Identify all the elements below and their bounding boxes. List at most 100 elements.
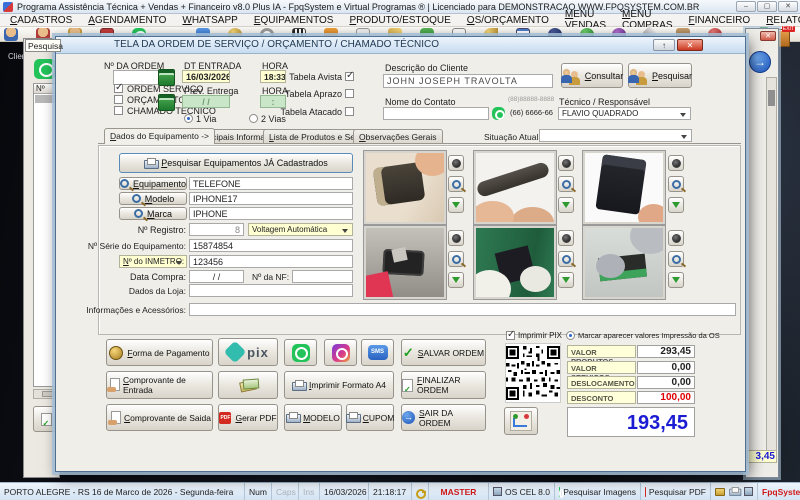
- menu-os-orcamento[interactable]: OS/ORÇAMENTO: [459, 15, 557, 26]
- menu-cadastros[interactable]: CADASTROS: [2, 15, 80, 26]
- zoom-photo-button[interactable]: [448, 176, 464, 192]
- pix-button[interactable]: pix: [218, 338, 278, 366]
- close-icon[interactable]: [760, 31, 776, 41]
- tecnico-dropdown[interactable]: FLAVIO QUADRADO: [558, 107, 691, 120]
- finalizar-ordem-button[interactable]: FINALIZAR ORDEM: [401, 371, 486, 399]
- forma-pagamento-button[interactable]: Forma de Pagamento: [106, 339, 213, 366]
- acessorios-field[interactable]: [189, 303, 736, 316]
- modelo-print-button[interactable]: MODELO: [284, 404, 342, 431]
- sms-button[interactable]: SMS: [361, 339, 394, 366]
- dt-entrada-field[interactable]: 16/03/2026: [182, 70, 230, 83]
- consultar-button[interactable]: Consultar: [561, 63, 623, 88]
- contato-field[interactable]: [383, 107, 489, 120]
- phone-field[interactable]: (66) 6666-6666: [507, 107, 553, 120]
- menu-produto-estoque[interactable]: PRODUTO/ESTOQUE: [341, 15, 458, 26]
- background-window-right[interactable]: → 3,45: [745, 28, 779, 478]
- cliente-field[interactable]: JOHN JOSEPH TRAVOLTA: [383, 74, 553, 88]
- marcar-valores-radio[interactable]: [566, 331, 575, 340]
- tab-dados-equipamento[interactable]: Dados do Equipamento ->: [104, 128, 215, 144]
- load-photo-button[interactable]: [668, 197, 684, 213]
- zoom-photo-button[interactable]: [558, 176, 574, 192]
- menu-equipamentos[interactable]: EQUIPAMENTOS: [246, 15, 342, 26]
- marca-button[interactable]: Marca: [119, 207, 187, 220]
- whatsapp-icon[interactable]: [492, 107, 505, 120]
- status-pesquisar-imagens[interactable]: Pesquisar Imagens: [555, 483, 641, 500]
- tabela-avista-checkbox[interactable]: [345, 72, 354, 81]
- webcam-button[interactable]: [668, 230, 684, 246]
- load-photo-button[interactable]: [448, 197, 464, 213]
- load-photo-button[interactable]: [558, 197, 574, 213]
- tab-observacoes-gerais[interactable]: Observações Gerais: [353, 129, 443, 144]
- status-pesquisar-pdf[interactable]: Pesquisar PDF: [641, 483, 711, 500]
- nf-field[interactable]: [292, 270, 353, 283]
- iphone-repair-photo-5[interactable]: [474, 226, 556, 299]
- comprovante-saida-button[interactable]: Comprovante de Saida: [106, 404, 213, 431]
- ordem-servico-checkbox[interactable]: [114, 84, 123, 93]
- whatsapp-button[interactable]: [284, 339, 317, 366]
- sair-ordem-button[interactable]: →SAIR DA ORDEM: [401, 404, 486, 431]
- equipamento-field[interactable]: TELEFONE: [189, 177, 353, 190]
- iphone-repair-photo-2[interactable]: [474, 151, 556, 224]
- webcam-button[interactable]: [558, 230, 574, 246]
- comprovante-entrada-button[interactable]: Comprovante de Entrada: [106, 371, 213, 399]
- orcamento-checkbox[interactable]: [114, 95, 123, 104]
- via-1-radio[interactable]: [184, 114, 193, 123]
- dinheiro-button[interactable]: [218, 371, 278, 399]
- modelo-button[interactable]: Modelo: [119, 192, 187, 205]
- close-icon[interactable]: [778, 1, 798, 12]
- pesquisar-equipamentos-button[interactable]: Pesquisar Equipamentos JÁ Cadastrados: [119, 153, 353, 173]
- imprimir-a4-button[interactable]: Imprimir Formato A4: [284, 371, 394, 399]
- iphone-repair-photo-4[interactable]: [364, 226, 446, 299]
- iphone-repair-photo-3[interactable]: [583, 151, 665, 224]
- go-arrow-icon[interactable]: →: [749, 51, 771, 73]
- webcam-button[interactable]: [558, 155, 574, 171]
- map-route-button[interactable]: [504, 407, 538, 435]
- minimize-icon[interactable]: [736, 1, 756, 12]
- webcam-button[interactable]: [668, 155, 684, 171]
- via-2-radio[interactable]: [249, 114, 258, 123]
- load-photo-button[interactable]: [558, 272, 574, 288]
- imprimir-pix-checkbox[interactable]: [506, 331, 515, 340]
- window-close-icon[interactable]: [677, 39, 703, 51]
- iphone-repair-photo-6[interactable]: [583, 226, 665, 299]
- situacao-dropdown[interactable]: [539, 129, 692, 142]
- status-tools[interactable]: [711, 483, 758, 500]
- gerar-pdf-button[interactable]: Gerar PDF: [218, 404, 278, 431]
- vertical-scrollbar[interactable]: [766, 77, 777, 457]
- serie-field[interactable]: 15874854: [189, 239, 353, 252]
- menu-financeiro[interactable]: FINANCEIRO: [681, 15, 759, 26]
- whatsapp-icon[interactable]: [34, 59, 56, 79]
- registro-field[interactable]: 8: [189, 223, 244, 236]
- webcam-button[interactable]: [448, 230, 464, 246]
- tabela-aprazo-checkbox[interactable]: [345, 89, 354, 98]
- webcam-button[interactable]: [448, 155, 464, 171]
- zoom-photo-button[interactable]: [448, 251, 464, 267]
- pesquisar-button[interactable]: Pesquisar: [628, 63, 692, 88]
- salvar-ordem-button[interactable]: ✓SALVAR ORDEM: [401, 339, 486, 366]
- list-selected-row[interactable]: [35, 95, 57, 103]
- load-photo-button[interactable]: [668, 272, 684, 288]
- cupom-button[interactable]: CUPOM: [346, 404, 394, 431]
- zoom-photo-button[interactable]: [558, 251, 574, 267]
- prev-entrega-field[interactable]: / /: [182, 95, 230, 108]
- inmetro-field[interactable]: 123456: [189, 255, 353, 268]
- voltagem-dropdown[interactable]: Voltagem Automática: [248, 223, 353, 236]
- marca-field[interactable]: IPHONE: [189, 207, 353, 220]
- chamado-tecnico-checkbox[interactable]: [114, 106, 123, 115]
- zoom-photo-button[interactable]: [668, 176, 684, 192]
- tabela-atacado-checkbox[interactable]: [345, 107, 354, 116]
- toolbar-clients-icon[interactable]: [4, 28, 18, 41]
- modelo-field[interactable]: IPHONE17: [189, 192, 353, 205]
- maximize-icon[interactable]: [757, 1, 777, 12]
- inmetro-dropdown-button[interactable]: Nº do INMETRO:: [119, 255, 187, 268]
- window-restore-icon[interactable]: [653, 39, 675, 51]
- iphone-repair-photo-1[interactable]: [364, 151, 446, 224]
- equipamento-button[interactable]: Equipamento: [119, 177, 187, 190]
- menu-agendamento[interactable]: AGENDAMENTO: [80, 15, 174, 26]
- data-compra-field[interactable]: / /: [189, 270, 244, 283]
- menu-relatorios[interactable]: RELATÓRIOS: [758, 15, 800, 26]
- instagram-button[interactable]: [324, 339, 357, 366]
- zoom-photo-button[interactable]: [668, 251, 684, 267]
- calendar-icon[interactable]: [158, 69, 175, 86]
- menu-whatsapp[interactable]: WHATSAPP: [174, 15, 245, 26]
